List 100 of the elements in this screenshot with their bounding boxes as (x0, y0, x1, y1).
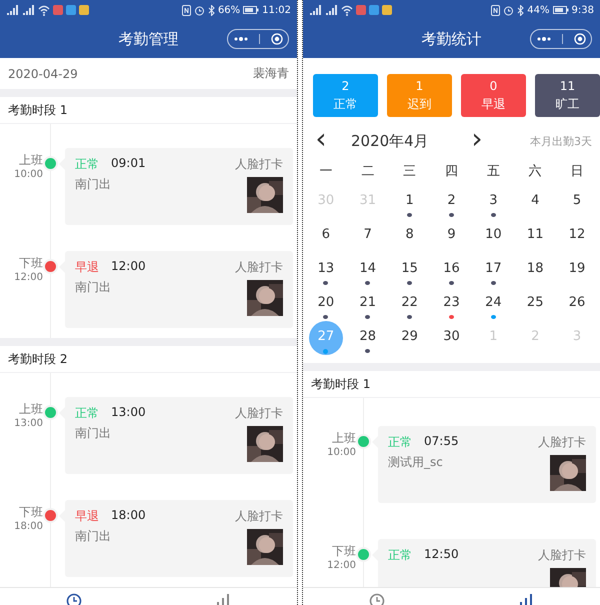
battery-level: 66% (218, 4, 240, 16)
page-title: 考勤统计 (422, 30, 482, 48)
shift-label: 上班 (332, 430, 356, 447)
punch-time: 18:00 (111, 508, 146, 524)
calendar-day[interactable]: 11 (520, 221, 550, 251)
calendar-day[interactable]: 25 (520, 289, 550, 319)
calendar-day[interactable]: 20 (310, 289, 341, 319)
calendar-day[interactable]: 26 (562, 289, 592, 319)
calendar-day[interactable]: 18 (520, 255, 550, 285)
status-text: 早退 (75, 259, 99, 276)
calendar-day[interactable]: 1 (394, 187, 425, 217)
shift-time: 18:00 (14, 521, 43, 532)
shift-time: 10:00 (327, 447, 356, 458)
target-icon (270, 33, 283, 45)
calendar-day[interactable]: 30 (436, 323, 466, 353)
calendar-day[interactable]: 6 (310, 221, 341, 251)
status-text: 早退 (75, 508, 99, 525)
calendar-day[interactable]: 5 (562, 187, 592, 217)
stat-count: 1 (416, 78, 424, 92)
calendar-day[interactable]: 10 (478, 221, 508, 251)
calendar-day[interactable]: 17 (478, 255, 508, 285)
calendar-day[interactable]: 2 (436, 187, 466, 217)
alarm-icon (503, 4, 514, 16)
more-icon (536, 36, 552, 42)
stat-card[interactable]: 11 旷工 (535, 74, 600, 117)
bluetooth-icon (208, 4, 215, 16)
section-title: 考勤时段 1 (303, 371, 600, 398)
calendar-day[interactable]: 13 (310, 255, 341, 285)
punch-method: 人脸打卡 (235, 508, 283, 525)
clock-icon[interactable] (66, 593, 82, 605)
capsule-menu[interactable] (227, 29, 289, 49)
punch-method: 人脸打卡 (235, 259, 283, 276)
shift-time: 12:00 (14, 272, 43, 283)
weekday-label: 六 (528, 163, 542, 181)
attendance-summary: 本月出勤3天 (530, 134, 592, 148)
shift-label: 下班 (19, 255, 43, 272)
punch-location: 南门出 (75, 176, 112, 193)
calendar-day[interactable]: 4 (520, 187, 550, 217)
weekday-label: 五 (486, 163, 500, 181)
punch-time: 13:00 (111, 405, 146, 421)
nfc-icon (491, 4, 500, 16)
calendar-day[interactable]: 8 (394, 221, 425, 251)
calendar-day[interactable]: 22 (394, 289, 425, 319)
next-month-button[interactable]: › (467, 125, 487, 153)
wifi-icon (341, 4, 353, 16)
page-title: 考勤管理 (118, 30, 178, 48)
bar-chart-icon[interactable] (216, 593, 230, 605)
section-title: 考勤时段 1 (0, 97, 297, 124)
calendar-day[interactable]: 24 (478, 289, 508, 319)
calendar-day[interactable]: 29 (394, 323, 425, 353)
signal-icon (22, 4, 35, 16)
shift-time: 13:00 (14, 418, 43, 429)
punch-time: 09:01 (111, 156, 146, 172)
punch-location: 南门出 (75, 425, 112, 442)
punch-location: 南门出 (75, 528, 112, 545)
more-icon (233, 36, 250, 42)
capsule-menu[interactable] (530, 29, 592, 49)
calendar-day[interactable]: 15 (394, 255, 425, 285)
punch-method: 人脸打卡 (235, 405, 283, 422)
calendar-day[interactable]: 14 (352, 255, 383, 285)
status-text: 正常 (75, 405, 99, 422)
signal-icon (325, 4, 338, 16)
battery-level: 44% (527, 4, 550, 16)
calendar-day[interactable]: 12 (562, 221, 592, 251)
status-text: 正常 (388, 434, 412, 451)
nfc-icon (182, 4, 191, 16)
calendar-day[interactable]: 23 (436, 289, 466, 319)
shift-label: 下班 (332, 543, 356, 560)
punch-time: 12:50 (424, 547, 459, 563)
signal-icon (6, 4, 19, 16)
weekday-label: 日 (570, 163, 584, 181)
stat-count: 11 (560, 78, 576, 92)
calendar-day[interactable]: 3 (478, 187, 508, 217)
calendar-day[interactable]: 7 (352, 221, 383, 251)
stat-label: 早退 (482, 96, 506, 112)
shift-label: 上班 (19, 152, 43, 169)
shift-label: 上班 (19, 401, 43, 418)
stat-card[interactable]: 0 早退 (461, 74, 526, 117)
punch-location: 测试用_sc (388, 454, 444, 471)
punch-method: 人脸打卡 (538, 547, 586, 564)
calendar-day[interactable]: 16 (436, 255, 466, 285)
alarm-icon (194, 4, 205, 16)
status-text: 正常 (75, 156, 99, 173)
weekday-label: 二 (361, 163, 374, 181)
month-title: 2020年4月 (351, 132, 430, 150)
weekday-label: 四 (444, 163, 458, 181)
punch-time: 12:00 (111, 259, 146, 275)
bluetooth-icon (517, 4, 524, 16)
prev-month-button[interactable]: ‹ (311, 125, 331, 153)
calendar-day[interactable]: 19 (562, 255, 592, 285)
calendar-day[interactable]: 21 (352, 289, 383, 319)
calendar-day[interactable]: 9 (436, 221, 466, 251)
clock-icon[interactable] (369, 593, 386, 605)
status-text: 正常 (388, 547, 412, 564)
battery-icon (243, 6, 260, 14)
calendar-day[interactable]: 28 (352, 323, 383, 353)
stat-count: 0 (490, 78, 498, 92)
shift-label: 下班 (19, 504, 43, 521)
punch-method: 人脸打卡 (235, 156, 283, 173)
bar-chart-icon[interactable] (518, 593, 533, 605)
